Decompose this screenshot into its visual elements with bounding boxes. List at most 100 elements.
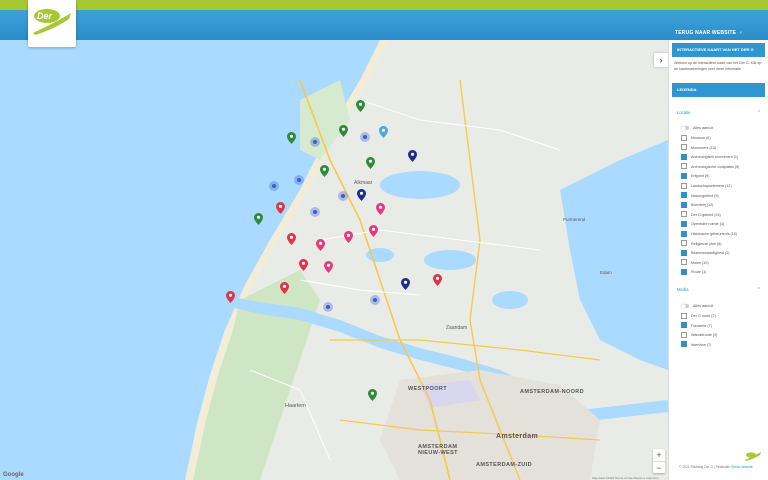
location-filter-item[interactable]: Archeologische vindplaats (5) [681, 163, 739, 172]
chevron-right-icon[interactable]: › [654, 53, 668, 67]
filter-label: Wandelroute (3) [691, 333, 718, 338]
marker-cluster[interactable] [294, 175, 304, 185]
media-filter-item[interactable]: Fotoserie (7) [681, 322, 712, 331]
location-filter-item[interactable]: Der G-gebied (24) [681, 211, 721, 220]
location-filter-item[interactable]: Historische gebeurtenis (10) [681, 230, 737, 239]
location-pin-icon[interactable] [369, 225, 378, 237]
location-filter-item[interactable]: Boerderij (12) [681, 201, 713, 210]
location-pin-icon[interactable] [226, 291, 235, 303]
checkbox[interactable] [681, 153, 687, 160]
section-heading: Media [677, 287, 689, 292]
checkbox[interactable] [681, 268, 687, 275]
location-filter-item[interactable]: Molen (10) [681, 259, 709, 268]
marker-cluster[interactable] [370, 295, 380, 305]
media-filter-item[interactable]: Der G route (2) [681, 312, 716, 321]
checkbox[interactable] [681, 331, 687, 338]
chevron-up-icon: ⌃ [756, 110, 761, 116]
location-pin-icon[interactable] [368, 389, 377, 401]
map-label: Edam [600, 270, 612, 275]
zoom-out-button[interactable]: − [653, 462, 665, 474]
toggle-label: Alles aan/uit [693, 126, 714, 130]
location-filter-item[interactable]: Museum (6) [681, 134, 711, 143]
filter-label: Der G route (2) [691, 314, 716, 318]
media-filter-item[interactable]: Wandelroute (3) [681, 331, 717, 340]
zoom-in-button[interactable]: + [653, 449, 665, 462]
location-filter-item[interactable]: Religieuze plek (8) [681, 240, 722, 249]
location-pin-icon[interactable] [287, 132, 296, 144]
checkbox[interactable] [681, 259, 687, 266]
location-filter-item[interactable]: Natuurgebied (9) [681, 192, 719, 201]
locations-section-header[interactable]: Locatie ⌃ [677, 110, 761, 116]
location-pin-icon[interactable] [344, 231, 353, 243]
location-pin-icon[interactable] [276, 202, 285, 214]
location-pin-icon[interactable] [408, 150, 417, 162]
location-pin-icon[interactable] [280, 282, 289, 294]
checkbox[interactable] [681, 240, 687, 247]
marker-cluster[interactable] [323, 302, 333, 312]
toggle-switch[interactable] [681, 125, 689, 131]
checkbox[interactable] [681, 134, 687, 141]
location-filter-item[interactable]: Monument (13) [681, 144, 716, 153]
location-pin-icon[interactable] [287, 233, 296, 245]
toggle-all-media[interactable]: Alles aan/uit [681, 302, 713, 311]
back-link-label: TERUG NAAR WEBSITE [675, 30, 737, 36]
checkbox[interactable] [681, 211, 687, 218]
map-canvas[interactable]: WESTPOORT Amsterdam AMSTERDAM-NOORD AMST… [0, 40, 668, 480]
panel-title: INTERACTIEVE KAART VAN HET DER G [672, 43, 765, 57]
media-filter-item[interactable]: Interview (7) [681, 341, 711, 350]
marker-cluster[interactable] [310, 137, 320, 147]
media-section-header[interactable]: Media ⌃ [677, 287, 761, 293]
marker-cluster[interactable] [338, 191, 348, 201]
map-label: Zaandam [446, 325, 468, 331]
checkbox[interactable] [681, 192, 687, 199]
checkbox[interactable] [681, 312, 687, 319]
location-pin-icon[interactable] [324, 261, 333, 273]
map-label: WESTPOORT [408, 386, 448, 392]
filter-label: Religieuze plek (8) [691, 241, 722, 246]
logo[interactable]: Der [28, 0, 76, 47]
footer-link[interactable]: Studio Waarde [731, 465, 753, 469]
location-filter-item[interactable]: Landschapselement (12) [681, 182, 732, 191]
location-pin-icon[interactable] [320, 165, 329, 177]
checkbox[interactable] [681, 230, 687, 237]
marker-cluster[interactable] [310, 207, 320, 217]
map-label: AMSTERDAM-NOORD [520, 389, 585, 395]
location-pin-icon[interactable] [316, 239, 325, 251]
location-pin-icon[interactable] [339, 125, 348, 137]
location-filter-item[interactable]: Openbare ruimte (3) [681, 220, 724, 229]
checkbox[interactable] [681, 172, 687, 179]
location-pin-icon[interactable] [356, 100, 365, 112]
location-pin-icon[interactable] [433, 274, 442, 286]
checkbox[interactable] [681, 220, 687, 227]
location-pin-icon[interactable] [379, 126, 388, 138]
checkbox[interactable] [681, 144, 687, 151]
checkbox[interactable] [681, 341, 687, 348]
back-to-website-link[interactable]: TERUG NAAR WEBSITE ‹ [675, 30, 742, 36]
checkbox[interactable] [681, 163, 687, 170]
map-label: Purmerend [563, 217, 586, 222]
map-label: Haarlem [285, 403, 306, 409]
location-pin-icon[interactable] [366, 157, 375, 169]
location-filter-item[interactable]: Route (1) [681, 268, 706, 277]
marker-cluster[interactable] [269, 181, 279, 191]
location-pin-icon[interactable] [376, 203, 385, 215]
location-filter-item[interactable]: Archeologisch monument (1) [681, 153, 738, 162]
location-pin-icon[interactable] [357, 189, 366, 201]
location-pin-icon[interactable] [299, 259, 308, 271]
toggle-switch[interactable] [681, 303, 689, 309]
filter-label: Archeologische vindplaats (5) [691, 164, 740, 169]
location-filter-item[interactable]: Erfgoed (9) [681, 172, 709, 181]
checkbox[interactable] [681, 182, 687, 189]
location-pin-icon[interactable] [401, 278, 410, 290]
map-label: Alkmaar [354, 180, 373, 186]
checkbox[interactable] [681, 249, 687, 256]
location-filter-item[interactable]: Bezienswaardigheid (2) [681, 249, 730, 258]
checkbox[interactable] [681, 201, 687, 208]
map-label: Amsterdam [496, 433, 539, 440]
toggle-all-locations[interactable]: Alles aan/uit [681, 124, 713, 133]
map-attribution[interactable]: Map data ©2024 Terms of Use Report a map… [592, 476, 659, 480]
checkbox[interactable] [681, 322, 687, 329]
footer-credit: © 2021 Stichting Der G | Realisatie Stud… [679, 465, 753, 469]
location-pin-icon[interactable] [254, 213, 263, 225]
marker-cluster[interactable] [360, 132, 370, 142]
